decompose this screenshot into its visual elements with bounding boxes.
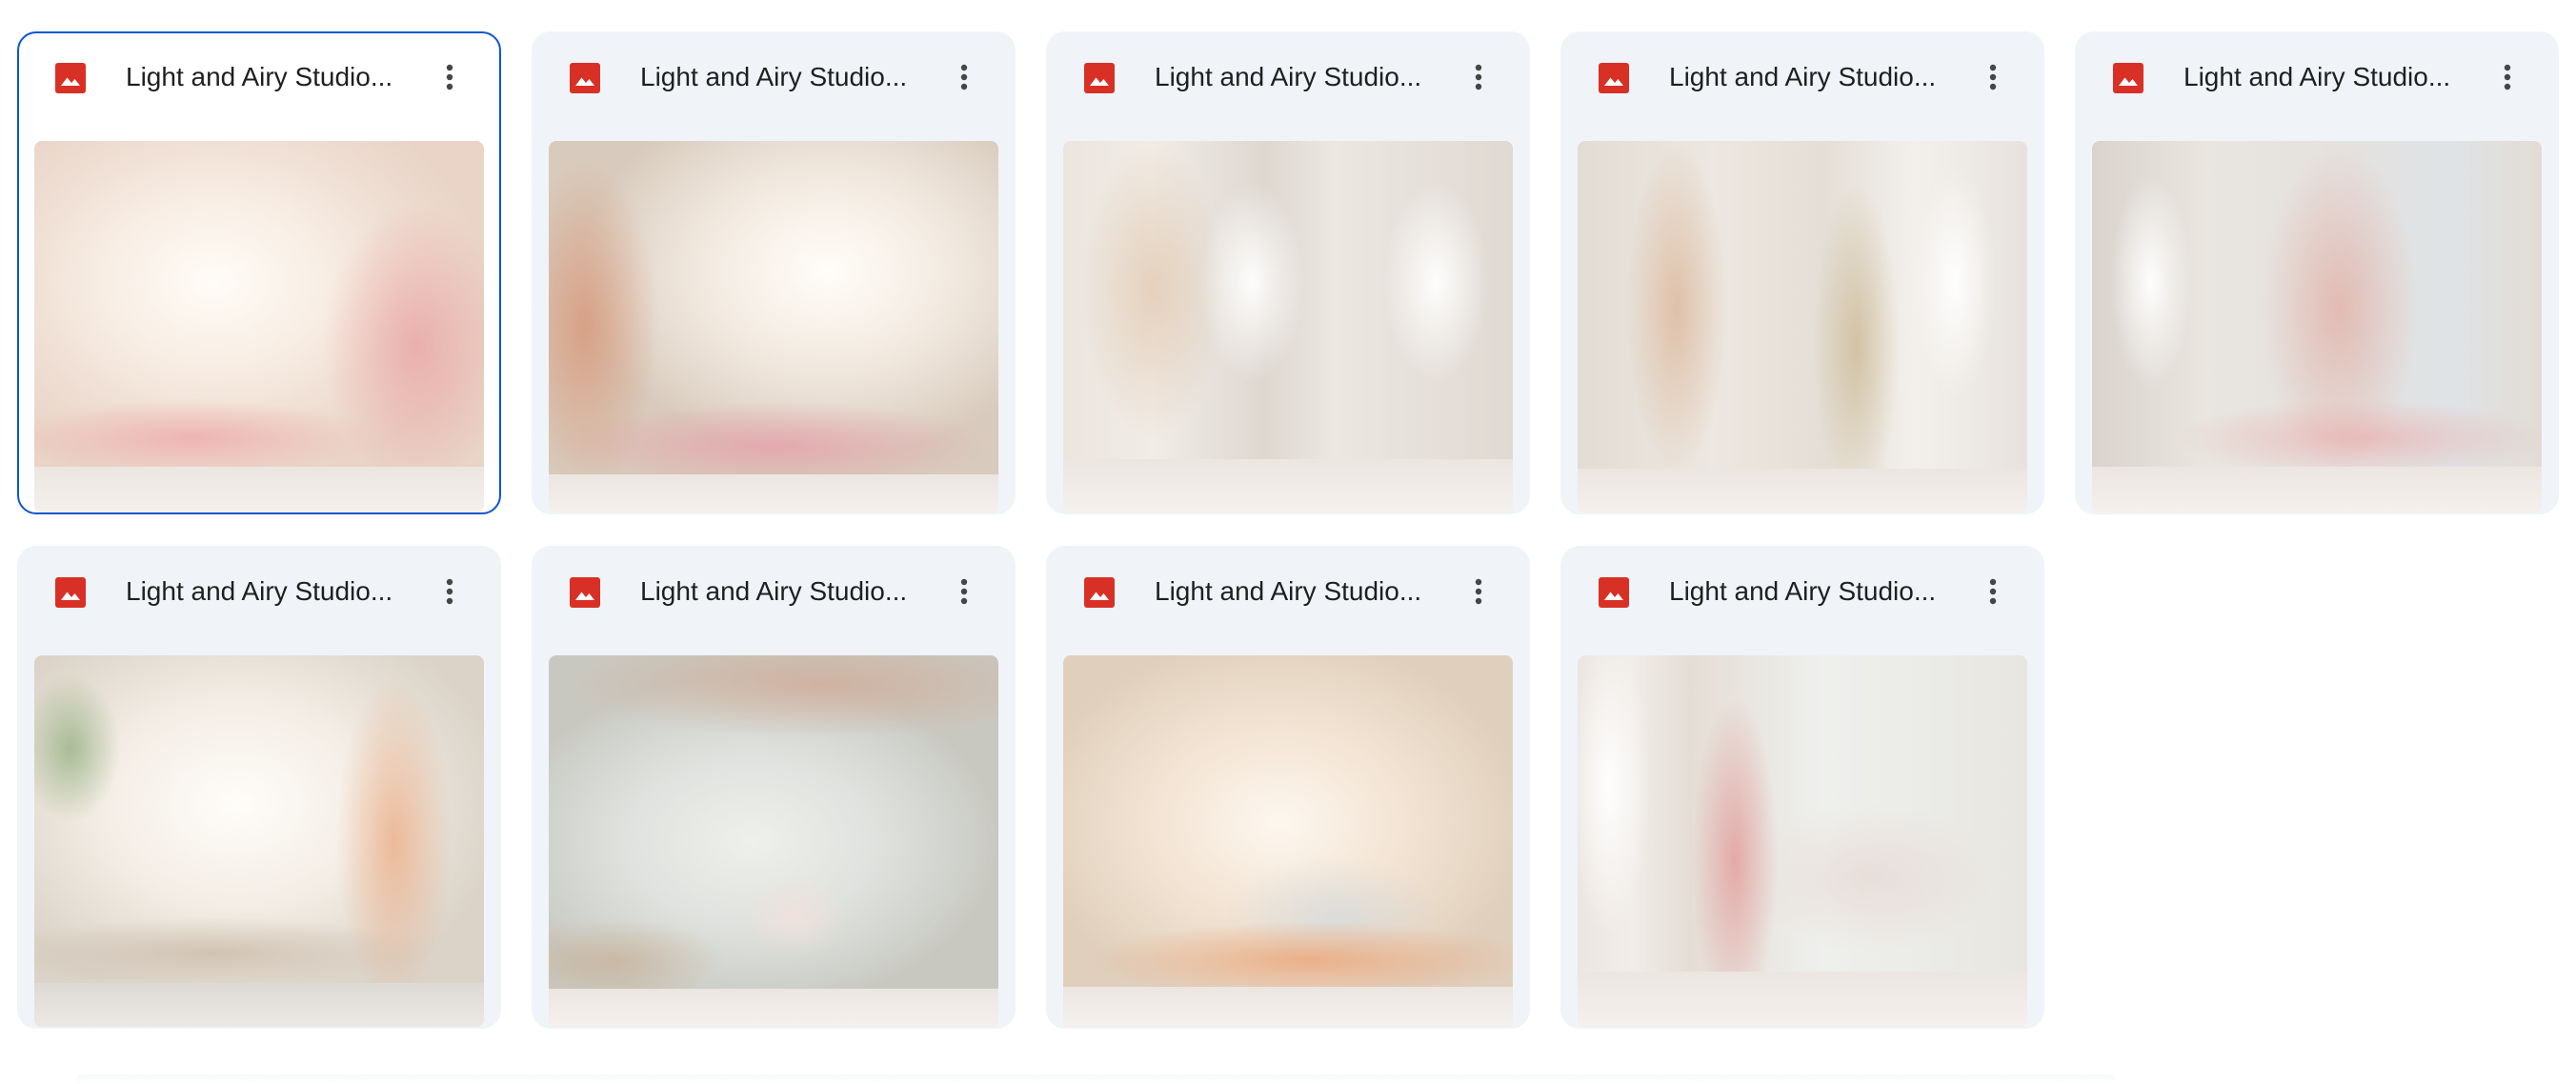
- file-title: Light and Airy Studio...: [126, 62, 393, 91]
- file-card-header: Light and Airy Studio...: [19, 33, 499, 127]
- image-file-icon: [1599, 63, 1629, 93]
- more-options-button[interactable]: [1458, 571, 1499, 612]
- file-thumbnail[interactable]: [1578, 655, 2027, 1027]
- file-grid: Light and Airy Studio... Light and Airy …: [0, 0, 2576, 1084]
- file-card[interactable]: Light and Airy Studio...: [1560, 546, 2044, 1029]
- file-card-header: Light and Airy Studio...: [532, 31, 1016, 125]
- file-title: Light and Airy Studio...: [126, 576, 393, 606]
- more-options-button[interactable]: [1458, 56, 1499, 98]
- file-title: Light and Airy Studio...: [1669, 576, 1937, 606]
- file-title: Light and Airy Studio...: [640, 62, 908, 91]
- image-file-icon: [570, 63, 600, 93]
- file-thumbnail[interactable]: [1063, 141, 1513, 512]
- more-options-button[interactable]: [1972, 571, 2014, 612]
- file-thumbnail[interactable]: [549, 655, 998, 1027]
- file-card[interactable]: Light and Airy Studio...: [1046, 31, 1530, 514]
- image-file-icon: [1084, 63, 1115, 93]
- file-card[interactable]: Light and Airy Studio...: [532, 546, 1016, 1029]
- file-thumbnail[interactable]: [549, 141, 998, 512]
- file-card[interactable]: Light and Airy Studio...: [1046, 546, 1530, 1029]
- more-options-button[interactable]: [429, 56, 471, 98]
- more-options-button[interactable]: [1972, 56, 2014, 98]
- image-file-icon: [55, 577, 86, 608]
- file-card[interactable]: Light and Airy Studio...: [2075, 31, 2559, 514]
- file-thumbnail[interactable]: [34, 655, 484, 1027]
- file-card-header: Light and Airy Studio...: [1046, 546, 1530, 639]
- file-card-header: Light and Airy Studio...: [1560, 546, 2044, 639]
- image-file-icon: [1084, 577, 1115, 608]
- more-options-button[interactable]: [943, 571, 985, 612]
- file-card-header: Light and Airy Studio...: [17, 546, 501, 639]
- scroll-shadow: [76, 1074, 2115, 1084]
- file-title: Light and Airy Studio...: [1669, 62, 1937, 91]
- file-card-header: Light and Airy Studio...: [532, 546, 1016, 639]
- file-title: Light and Airy Studio...: [1155, 576, 1422, 606]
- file-card[interactable]: Light and Airy Studio...: [532, 31, 1016, 514]
- image-file-icon: [2113, 63, 2143, 93]
- file-thumbnail[interactable]: [1063, 655, 1513, 1027]
- file-title: Light and Airy Studio...: [640, 576, 908, 606]
- image-file-icon: [1599, 577, 1629, 608]
- more-options-button[interactable]: [429, 571, 471, 612]
- file-thumbnail[interactable]: [1578, 141, 2027, 512]
- file-title: Light and Airy Studio...: [2184, 62, 2451, 91]
- file-title: Light and Airy Studio...: [1155, 62, 1422, 91]
- file-thumbnail[interactable]: [34, 141, 484, 512]
- image-file-icon: [55, 63, 86, 93]
- more-options-button[interactable]: [943, 56, 985, 98]
- file-card[interactable]: Light and Airy Studio...: [17, 546, 501, 1029]
- file-card-header: Light and Airy Studio...: [1046, 31, 1530, 125]
- file-thumbnail[interactable]: [2092, 141, 2542, 512]
- file-card-header: Light and Airy Studio...: [1560, 31, 2044, 125]
- image-file-icon: [570, 577, 600, 608]
- more-options-button[interactable]: [2486, 56, 2528, 98]
- file-card[interactable]: Light and Airy Studio...: [1560, 31, 2044, 514]
- file-card[interactable]: Light and Airy Studio...: [17, 31, 501, 514]
- file-card-header: Light and Airy Studio...: [2075, 31, 2559, 125]
